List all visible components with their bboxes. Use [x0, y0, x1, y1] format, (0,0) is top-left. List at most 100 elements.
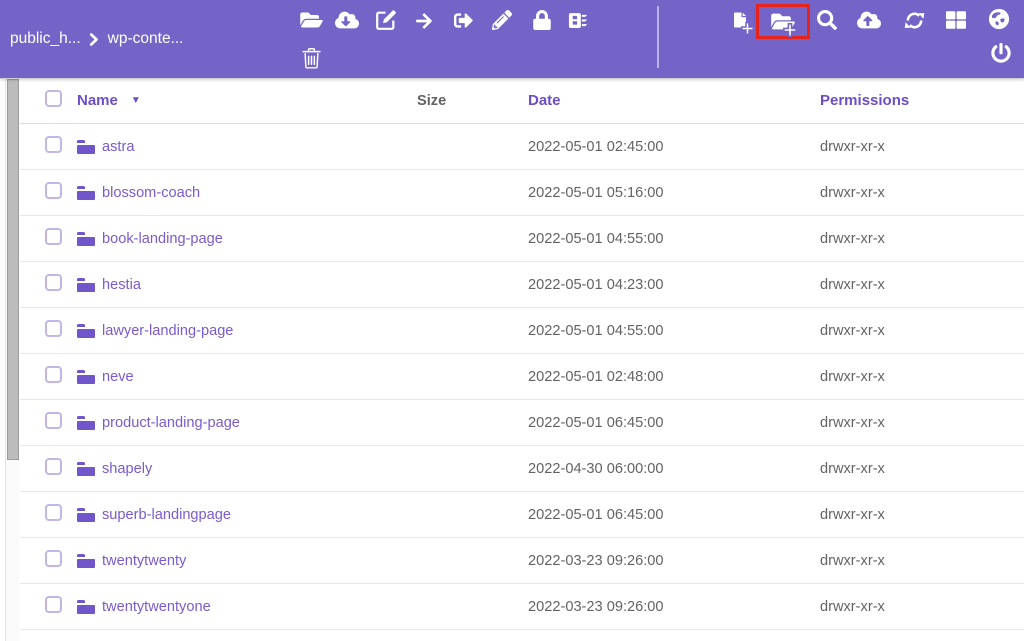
file-date: 2022-05-01 04:55:00: [508, 231, 800, 247]
row-checkbox[interactable]: [45, 550, 62, 567]
search-icon[interactable]: [814, 6, 840, 34]
row-checkbox[interactable]: [45, 596, 62, 613]
file-date: 2022-05-01 02:48:00: [508, 369, 800, 385]
open-folder-icon[interactable]: [298, 6, 324, 34]
toolbar-divider: [657, 6, 659, 68]
table-row[interactable]: neve 2022-05-01 02:48:00 drwxr-xr-x: [20, 354, 1024, 400]
file-permissions: drwxr-xr-x: [800, 461, 1024, 477]
folder-icon: [77, 600, 95, 614]
plus-badge: [741, 22, 754, 35]
table-row[interactable]: blossom-coach 2022-05-01 05:16:00 drwxr-…: [20, 170, 1024, 216]
file-date: 2022-05-01 04:23:00: [508, 277, 800, 293]
file-name-link[interactable]: shapely: [102, 461, 152, 477]
table-row[interactable]: superb-landingpage 2022-05-01 06:45:00 d…: [20, 492, 1024, 538]
table-row[interactable]: product-landing-page 2022-05-01 06:45:00…: [20, 400, 1024, 446]
column-header-date[interactable]: Date: [508, 92, 800, 109]
table-row[interactable]: twentytwenty 2022-03-23 09:26:00 drwxr-x…: [20, 538, 1024, 584]
new-file-icon[interactable]: [727, 6, 753, 34]
file-date: 2022-04-30 06:00:00: [508, 461, 800, 477]
app-header: public_h... wp-conte...: [0, 0, 1024, 78]
row-checkbox[interactable]: [45, 504, 62, 521]
file-permissions: drwxr-xr-x: [800, 277, 1024, 293]
file-date: 2022-03-23 09:26:00: [508, 599, 800, 615]
file-permissions: drwxr-xr-x: [800, 231, 1024, 247]
file-name-link[interactable]: blossom-coach: [102, 185, 200, 201]
chevron-right-icon: [90, 33, 99, 46]
table-row[interactable]: shapely 2022-04-30 06:00:00 drwxr-xr-x: [20, 446, 1024, 492]
file-permissions: drwxr-xr-x: [800, 323, 1024, 339]
row-checkbox[interactable]: [45, 320, 62, 337]
rename-pencil-icon[interactable]: [489, 6, 515, 34]
sort-descending-icon: ▼: [131, 95, 141, 106]
file-date: 2022-05-01 04:55:00: [508, 323, 800, 339]
table-row[interactable]: book-landing-page 2022-05-01 04:55:00 dr…: [20, 216, 1024, 262]
file-list-panel: Name ▼ Size Date Permissions astra 2022-…: [0, 78, 1024, 641]
column-header-name[interactable]: Name ▼: [77, 92, 397, 109]
grid-view-icon[interactable]: [943, 6, 969, 34]
table-row[interactable]: twentytwentyone 2022-03-23 09:26:00 drwx…: [20, 584, 1024, 630]
logout-power-icon[interactable]: [988, 39, 1014, 67]
scrollbar-thumb[interactable]: [7, 79, 19, 460]
file-table: Name ▼ Size Date Permissions astra 2022-…: [20, 78, 1024, 630]
file-date: 2022-05-01 02:45:00: [508, 139, 800, 155]
file-date: 2022-05-01 06:45:00: [508, 415, 800, 431]
row-checkbox[interactable]: [45, 274, 62, 291]
move-arrow-icon[interactable]: [411, 7, 437, 35]
file-name-link[interactable]: astra: [102, 139, 134, 155]
folder-icon: [77, 324, 95, 338]
file-permissions: drwxr-xr-x: [800, 139, 1024, 155]
file-permissions: drwxr-xr-x: [800, 553, 1024, 569]
download-icon[interactable]: [334, 6, 360, 34]
scrollbar[interactable]: [5, 78, 19, 641]
folder-icon: [77, 232, 95, 246]
file-permissions: drwxr-xr-x: [800, 185, 1024, 201]
file-permissions: drwxr-xr-x: [800, 599, 1024, 615]
folder-icon: [77, 554, 95, 568]
row-checkbox[interactable]: [45, 412, 62, 429]
folder-icon: [77, 186, 95, 200]
file-name-link[interactable]: hestia: [102, 277, 141, 293]
table-row[interactable]: lawyer-landing-page 2022-05-01 04:55:00 …: [20, 308, 1024, 354]
edit-icon[interactable]: [373, 6, 399, 34]
plus-badge: [783, 23, 797, 37]
row-checkbox[interactable]: [45, 136, 62, 153]
select-all-checkbox[interactable]: [45, 90, 62, 107]
row-checkbox[interactable]: [45, 458, 62, 475]
refresh-icon[interactable]: [901, 6, 927, 34]
file-name-link[interactable]: product-landing-page: [102, 415, 240, 431]
file-name-link[interactable]: lawyer-landing-page: [102, 323, 233, 339]
column-header-size[interactable]: Size: [397, 93, 508, 109]
file-name-link[interactable]: twentytwentyone: [102, 599, 211, 615]
file-name-link[interactable]: book-landing-page: [102, 231, 223, 247]
file-permissions: drwxr-xr-x: [800, 369, 1024, 385]
folder-icon: [77, 462, 95, 476]
file-permissions: drwxr-xr-x: [800, 507, 1024, 523]
row-checkbox[interactable]: [45, 366, 62, 383]
folder-icon: [77, 278, 95, 292]
file-name-link[interactable]: twentytwenty: [102, 553, 186, 569]
row-checkbox[interactable]: [45, 182, 62, 199]
folder-icon: [77, 370, 95, 384]
upload-icon[interactable]: [856, 6, 882, 34]
archive-icon[interactable]: [564, 6, 590, 34]
new-folder-icon[interactable]: [770, 8, 796, 36]
breadcrumb-item-current[interactable]: wp-conte...: [108, 30, 184, 48]
highlight-box: [756, 4, 810, 39]
file-name-link[interactable]: neve: [102, 369, 134, 385]
table-header-row: Name ▼ Size Date Permissions: [20, 78, 1024, 124]
table-row[interactable]: hestia 2022-05-01 04:23:00 drwxr-xr-x: [20, 262, 1024, 308]
language-globe-icon[interactable]: [986, 5, 1012, 33]
file-date: 2022-03-23 09:26:00: [508, 553, 800, 569]
folder-icon: [77, 140, 95, 154]
table-row[interactable]: astra 2022-05-01 02:45:00 drwxr-xr-x: [20, 124, 1024, 170]
extract-icon[interactable]: [450, 6, 476, 34]
row-checkbox[interactable]: [45, 228, 62, 245]
delete-trash-icon[interactable]: [298, 44, 324, 72]
breadcrumb-item-root[interactable]: public_h...: [10, 30, 81, 48]
folder-icon: [77, 416, 95, 430]
file-date: 2022-05-01 05:16:00: [508, 185, 800, 201]
file-date: 2022-05-01 06:45:00: [508, 507, 800, 523]
permissions-lock-icon[interactable]: [529, 6, 555, 34]
folder-icon: [77, 508, 95, 522]
file-name-link[interactable]: superb-landingpage: [102, 507, 231, 523]
